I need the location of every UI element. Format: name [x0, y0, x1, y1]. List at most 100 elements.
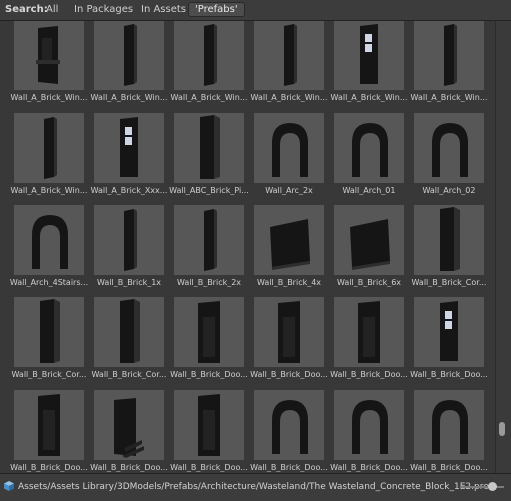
asset-tile[interactable]: Wall_Arch_02 — [414, 113, 494, 203]
prefab-thumbnail[interactable] — [174, 390, 244, 460]
prefab-thumbnail[interactable] — [174, 21, 244, 90]
asset-grid: Wall_A_Brick_Win... Wall_A_Brick_Win... Wa… — [0, 21, 494, 473]
asset-tile[interactable]: Wall_Arc_2x — [254, 113, 334, 203]
asset-tile[interactable]: Wall_A_Brick_Xxx... — [91, 113, 174, 203]
prefab-thumbnail[interactable] — [414, 205, 484, 275]
asset-tile[interactable]: Wall_B_Brick_2x — [174, 205, 254, 295]
asset-name-label: Wall_A_Brick_Win... — [330, 93, 408, 102]
asset-tile[interactable]: Wall_B_Brick_Doo... — [170, 390, 254, 473]
asset-tile[interactable]: Wall_B_Brick_Doo... — [330, 390, 414, 473]
tab-all[interactable]: All — [40, 2, 64, 17]
prefab-thumbnail[interactable] — [334, 113, 404, 183]
prefab-thumbnail[interactable] — [254, 113, 324, 183]
asset-tile[interactable]: Wall_B_Brick_Doo... — [170, 297, 254, 387]
prefab-cube-icon — [4, 481, 14, 491]
prefab-thumbnail[interactable] — [14, 205, 84, 275]
asset-name-label: Wall_ABC_Brick_Pi... — [169, 186, 249, 195]
prefab-thumbnail[interactable] — [94, 297, 164, 367]
prefab-thumbnail[interactable] — [174, 113, 244, 183]
prefab-thumbnail[interactable] — [254, 390, 324, 460]
prefab-thumbnail[interactable] — [414, 390, 484, 460]
prefab-thumbnail[interactable] — [414, 21, 484, 90]
asset-name-label: Wall_A_Brick_Win... — [10, 186, 88, 195]
asset-tile[interactable]: Wall_A_Brick_Win... — [331, 21, 414, 110]
scrollbar-thumb[interactable] — [499, 422, 505, 436]
asset-name-label: Wall_B_Brick_Doo... — [90, 463, 168, 472]
asset-tile[interactable]: Wall_B_Brick_6x — [334, 205, 414, 295]
asset-tile[interactable]: Wall_A_Brick_Win... — [11, 113, 94, 203]
asset-name-label: Wall_B_Brick_Doo... — [10, 463, 88, 472]
asset-name-label: Wall_B_Brick_Doo... — [170, 370, 248, 379]
asset-name-label: Wall_B_Brick_Doo... — [250, 463, 328, 472]
asset-tile[interactable]: Wall_B_Brick_Doo... — [330, 297, 414, 387]
vertical-scrollbar[interactable] — [495, 21, 511, 473]
asset-name-label: Wall_B_Brick_2x — [176, 278, 242, 287]
asset-tile[interactable]: Wall_B_Brick_Doo... — [250, 390, 334, 473]
asset-tile[interactable]: Wall_B_Brick_Cor... — [92, 297, 174, 387]
asset-tile[interactable]: Wall_B_Brick_4x — [254, 205, 334, 295]
prefab-thumbnail[interactable] — [334, 21, 404, 90]
asset-name-label: Wall_B_Brick_Doo... — [410, 370, 488, 379]
asset-name-label: Wall_B_Brick_6x — [336, 278, 402, 287]
asset-tile[interactable]: Wall_B_Brick_Doo... — [410, 297, 494, 387]
asset-name-label: Wall_A_Brick_Win... — [170, 93, 248, 102]
asset-tile[interactable]: Wall_ABC_Brick_Pi... — [169, 113, 254, 203]
prefab-thumbnail[interactable] — [14, 297, 84, 367]
prefab-thumbnail[interactable] — [414, 113, 484, 183]
asset-tile[interactable]: Wall_B_Brick_1x — [94, 205, 174, 295]
asset-tile[interactable]: Wall_B_Brick_Doo... — [410, 390, 494, 473]
slider-knob[interactable] — [488, 482, 497, 491]
asset-name-label: Wall_A_Brick_Win... — [90, 93, 168, 102]
asset-tile[interactable]: Wall_A_Brick_Win... — [171, 21, 254, 110]
prefab-thumbnail[interactable] — [14, 390, 84, 460]
asset-tile[interactable]: Wall_B_Brick_Cor... — [12, 297, 94, 387]
asset-tile[interactable]: Wall_A_Brick_Win... — [11, 21, 94, 110]
asset-tile[interactable]: Wall_B_Brick_Cor... — [412, 205, 494, 295]
asset-tile[interactable]: Wall_A_Brick_Win... — [251, 21, 334, 110]
asset-name-label: Wall_B_Brick_Doo... — [330, 370, 408, 379]
asset-tile[interactable]: Wall_A_Brick_Win... — [91, 21, 174, 110]
tab-in-assets[interactable]: In Assets — [135, 2, 192, 17]
asset-name-label: Wall_Arc_2x — [265, 186, 313, 195]
prefab-thumbnail[interactable] — [334, 205, 404, 275]
asset-name-label: Wall_A_Brick_Xxx... — [90, 186, 168, 195]
asset-tile[interactable]: Wall_Arch_01 — [334, 113, 414, 203]
prefab-thumbnail[interactable] — [334, 390, 404, 460]
tab-in-packages[interactable]: In Packages — [68, 2, 139, 17]
prefab-thumbnail[interactable] — [94, 390, 164, 460]
asset-tile[interactable]: Wall_B_Brick_Doo... — [90, 390, 174, 473]
selected-asset-path: Assets/Assets Library/3DModels/Prefabs/A… — [18, 482, 489, 492]
prefab-thumbnail[interactable] — [94, 205, 164, 275]
prefab-thumbnail[interactable] — [254, 21, 324, 90]
asset-name-label: Wall_B_Brick_Doo... — [250, 370, 328, 379]
prefab-thumbnail[interactable] — [174, 205, 244, 275]
prefab-thumbnail[interactable] — [94, 21, 164, 90]
asset-name-label: Wall_B_Brick_Doo... — [170, 463, 248, 472]
asset-name-label: Wall_B_Brick_4x — [256, 278, 322, 287]
tab-prefabs-filter[interactable]: 'Prefabs' — [188, 2, 245, 17]
status-bar: Assets/Assets Library/3DModels/Prefabs/A… — [0, 473, 511, 501]
asset-name-label: Wall_A_Brick_Win... — [410, 93, 488, 102]
prefab-thumbnail[interactable] — [94, 113, 164, 183]
asset-tile[interactable]: Wall_B_Brick_Doo... — [250, 297, 334, 387]
prefab-thumbnail[interactable] — [334, 297, 404, 367]
prefab-thumbnail[interactable] — [254, 297, 324, 367]
asset-name-label: Wall_B_Brick_Cor... — [11, 370, 87, 379]
prefab-thumbnail[interactable] — [14, 21, 84, 90]
asset-name-label: Wall_Arch_02 — [422, 186, 476, 195]
asset-name-label: Wall_B_Brick_1x — [96, 278, 162, 287]
prefab-thumbnail[interactable] — [174, 297, 244, 367]
prefab-thumbnail[interactable] — [414, 297, 484, 367]
asset-tile[interactable]: Wall_B_Brick_Doo... — [10, 390, 94, 473]
asset-name-label: Wall_B_Brick_Doo... — [410, 463, 488, 472]
asset-tile[interactable]: Wall_Arch_4Stairs... — [10, 205, 94, 295]
asset-name-label: Wall_Arch_4Stairs... — [9, 278, 89, 287]
asset-name-label: Wall_A_Brick_Win... — [250, 93, 328, 102]
search-filter-bar: Search: All In Packages In Assets 'Prefa… — [0, 0, 511, 21]
prefab-thumbnail[interactable] — [254, 205, 324, 275]
thumbnail-size-slider[interactable] — [460, 482, 504, 491]
prefab-thumbnail[interactable] — [14, 113, 84, 183]
asset-name-label: Wall_B_Brick_Cor... — [411, 278, 487, 287]
asset-tile[interactable]: Wall_A_Brick_Win... — [411, 21, 494, 110]
asset-name-label: Wall_A_Brick_Win... — [10, 93, 88, 102]
